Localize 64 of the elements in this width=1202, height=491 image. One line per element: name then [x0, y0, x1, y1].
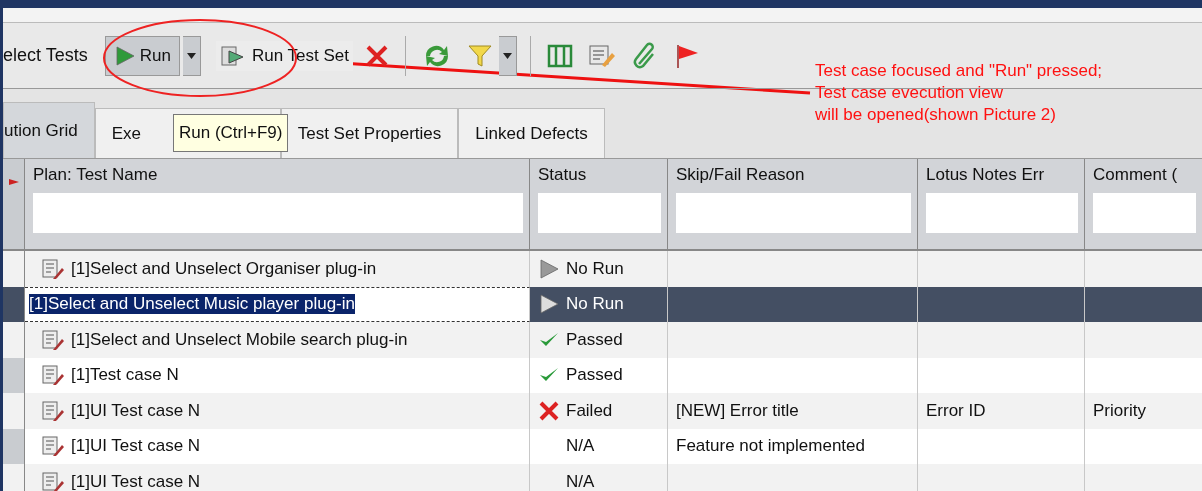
name-cell[interactable]: [1]UI Test case N: [25, 464, 530, 491]
filter-field[interactable]: [1093, 193, 1196, 233]
name-cell[interactable]: [1]Select and Unselect Mobile search plug-in: [25, 322, 530, 358]
delete-icon: [364, 43, 389, 68]
caret-icon: [502, 52, 512, 59]
status-text: Failed: [566, 400, 613, 421]
test-script-icon: [41, 399, 65, 422]
table-cell: [NEW] Error title: [668, 393, 918, 429]
column-header[interactable]: Comment (: [1093, 165, 1196, 185]
test-script-icon: [41, 470, 65, 491]
status-text: Passed: [566, 365, 623, 386]
edit-note-icon: [587, 42, 616, 69]
test-name: [1]Test case N: [71, 365, 179, 386]
toolbar-label: elect Tests: [3, 45, 89, 66]
status-text: Passed: [566, 329, 623, 350]
name-cell[interactable]: [1]UI Test case N: [25, 393, 530, 429]
play-icon: [538, 257, 560, 280]
row-header[interactable]: [3, 286, 25, 322]
dropdown-button[interactable]: [182, 35, 201, 76]
name-cell[interactable]: [1]Select and Unselect Organiser plug-in: [25, 251, 530, 287]
test-script-icon: [41, 328, 65, 351]
tab[interactable]: ution Grid: [3, 102, 95, 158]
test-name: [1]Select and Unselect Organiser plug-in: [71, 258, 377, 279]
cross-icon: [538, 399, 560, 422]
table-cell: Priority: [1085, 393, 1202, 429]
annotation-text: Test case focused and "Run" pressed;: [815, 60, 1103, 82]
status-text: No Run: [566, 258, 624, 279]
status-text: N/A: [566, 471, 595, 491]
filter-field[interactable]: [33, 193, 523, 233]
annotation-text: will be opened(shown Picture 2): [815, 104, 1057, 126]
filter-field[interactable]: [926, 193, 1078, 233]
test-name: [1]UI Test case N: [71, 400, 201, 421]
status-text: No Run: [566, 294, 624, 315]
caret-icon: [186, 52, 196, 59]
name-cell[interactable]: [1]Select and Unselect Music player plug-in: [25, 286, 530, 322]
dropdown-button[interactable]: [498, 35, 517, 76]
row-header[interactable]: [3, 357, 25, 393]
test-script-icon: [41, 364, 65, 387]
test-script-icon: [41, 257, 65, 280]
filter-icon: [466, 42, 493, 69]
flag-icon: [8, 177, 19, 187]
play-icon: [538, 293, 560, 316]
columns-icon: [546, 42, 573, 69]
row-header[interactable]: [3, 428, 25, 464]
status-text: N/A: [566, 436, 595, 457]
column-header[interactable]: Status: [538, 165, 661, 185]
row-header[interactable]: [3, 322, 25, 358]
row-header[interactable]: [3, 464, 25, 491]
annotation-text: Test case evecution view: [815, 82, 1005, 104]
row-header[interactable]: [3, 251, 25, 287]
test-name: [1]UI Test case N: [71, 471, 201, 491]
tooltip: Run (Ctrl+F9): [173, 114, 289, 152]
column-header[interactable]: Lotus Notes Err: [926, 165, 1078, 185]
run-button[interactable]: Run: [104, 35, 180, 76]
test-script-icon: [41, 435, 65, 458]
table-cell: Error ID: [918, 393, 1085, 429]
test-name: [1]Select and Unselect Mobile search plug-in: [71, 329, 408, 350]
name-editor[interactable]: [1]Select and Unselect Music player plug-in: [29, 294, 355, 315]
play-icon: [113, 44, 136, 67]
row-header[interactable]: [3, 393, 25, 429]
tab[interactable]: Linked Defects: [458, 108, 605, 158]
test-name: [1]UI Test case N: [71, 436, 201, 457]
filter-field[interactable]: [676, 193, 911, 233]
filter-field[interactable]: [538, 193, 661, 233]
